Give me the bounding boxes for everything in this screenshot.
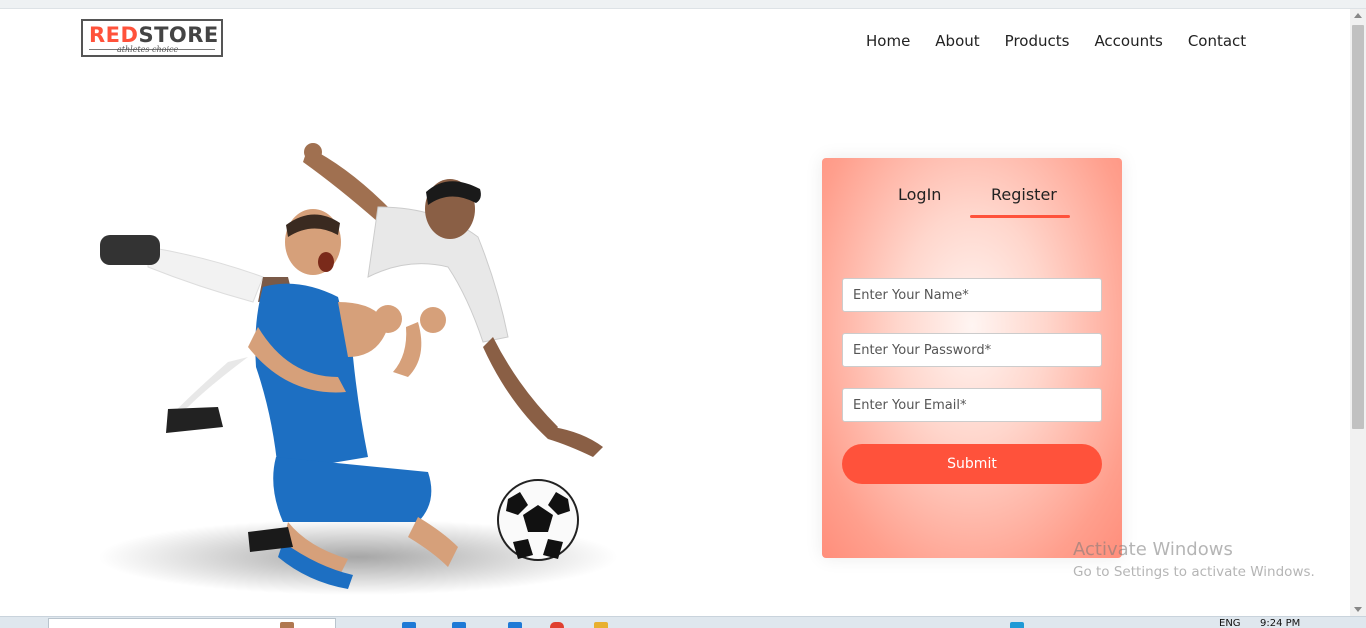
password-input[interactable] <box>842 333 1102 367</box>
submit-button[interactable]: Submit <box>842 444 1102 484</box>
nav-about[interactable]: About <box>935 32 979 50</box>
site-logo[interactable]: REDSTORE athletes choice <box>81 19 223 57</box>
taskbar-app-icon[interactable] <box>402 622 416 628</box>
logo-red-part: RED <box>89 23 139 47</box>
tab-register[interactable]: Register <box>991 185 1057 204</box>
taskbar-language[interactable]: ENG <box>1219 618 1241 628</box>
nav-home[interactable]: Home <box>866 32 910 50</box>
logo-tagline: athletes choice <box>117 45 179 54</box>
browser-top-edge <box>0 0 1366 9</box>
football <box>497 479 579 561</box>
taskbar-clock[interactable]: 9:24 PM <box>1260 618 1300 628</box>
taskbar-folder-icon[interactable] <box>594 622 608 628</box>
page: REDSTORE athletes choice Home About Prod… <box>0 9 1350 616</box>
logo-dark-part: STORE <box>138 23 219 47</box>
taskbar-app-icon[interactable] <box>508 622 522 628</box>
activation-watermark-subtitle: Go to Settings to activate Windows. <box>1073 564 1315 580</box>
logo-wordmark: REDSTORE <box>89 23 219 47</box>
taskbar-thumbnail-icon <box>280 622 294 628</box>
activation-watermark-title: Activate Windows <box>1073 539 1233 560</box>
scroll-up-icon[interactable] <box>1354 13 1362 18</box>
nav-accounts[interactable]: Accounts <box>1094 32 1162 50</box>
active-tab-indicator <box>970 215 1070 218</box>
page-scrollbar[interactable] <box>1350 9 1366 616</box>
os-taskbar: ENG 9:24 PM <box>0 616 1366 628</box>
main-nav: Home About Products Accounts Contact <box>866 32 1246 50</box>
tab-login[interactable]: LogIn <box>898 185 941 204</box>
taskbar-browser-icon[interactable] <box>550 622 564 628</box>
email-input[interactable] <box>842 388 1102 422</box>
taskbar-tray-icon[interactable] <box>1010 622 1024 628</box>
hero-footballers-image <box>98 143 618 595</box>
scroll-down-icon[interactable] <box>1354 607 1362 612</box>
name-input[interactable] <box>842 278 1102 312</box>
nav-products[interactable]: Products <box>1005 32 1070 50</box>
scrollbar-thumb[interactable] <box>1352 25 1364 429</box>
taskbar-app-icon[interactable] <box>452 622 466 628</box>
nav-contact[interactable]: Contact <box>1188 32 1246 50</box>
register-form-card: LogIn Register Submit <box>822 158 1122 558</box>
